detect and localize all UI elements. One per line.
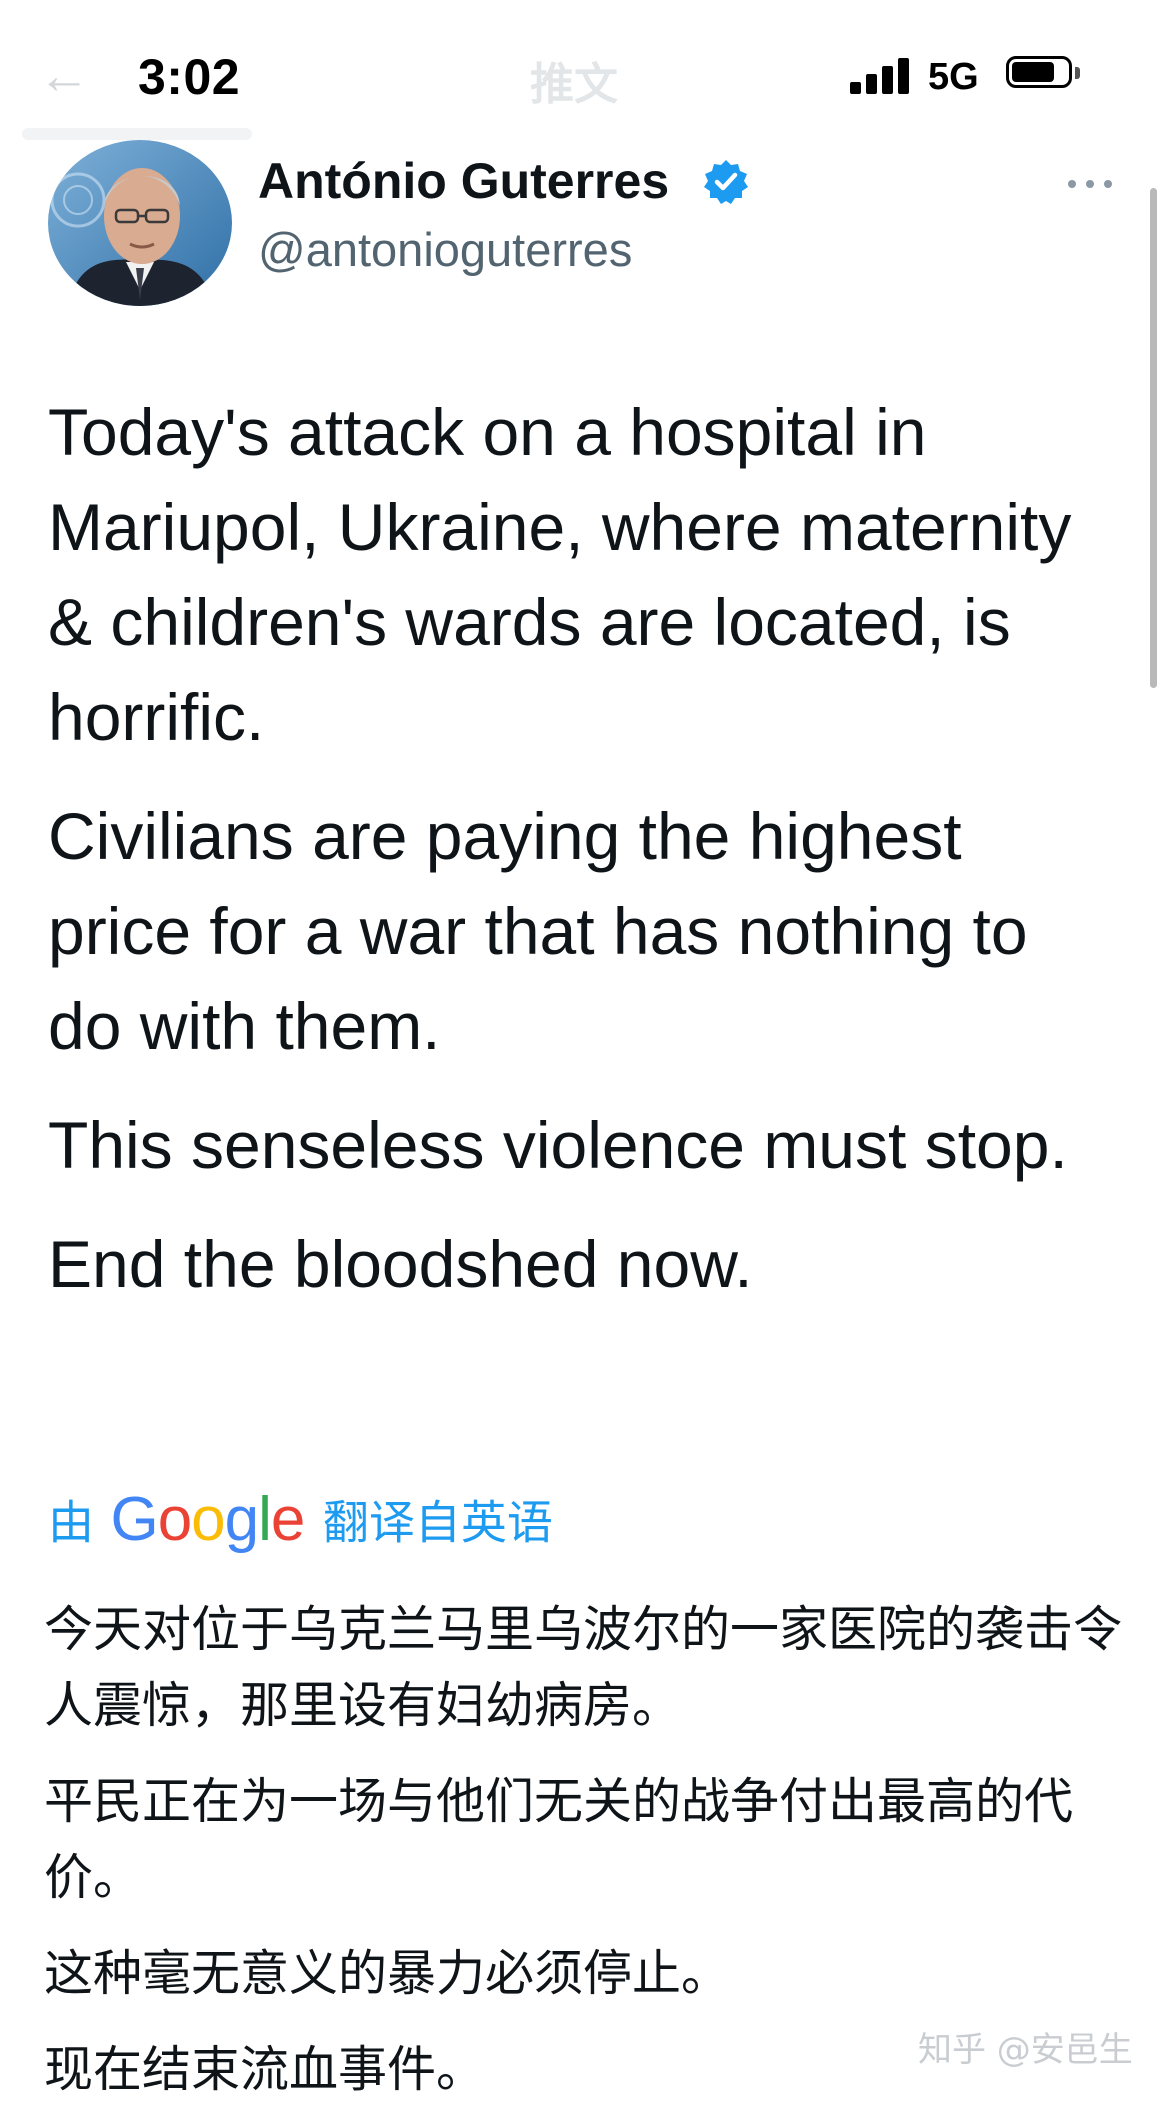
tweet-paragraph: End the bloodshed now. — [48, 1227, 753, 1301]
page-title: 推文 — [530, 59, 618, 110]
signal-icon — [850, 58, 914, 94]
status-bar: ← 推文 3:02 5G — [0, 0, 1170, 150]
status-time: 3:02 — [138, 49, 241, 105]
translate-prefix: 由 — [48, 1495, 94, 1550]
scrollbar[interactable] — [1150, 188, 1157, 688]
verified-badge-icon — [702, 158, 750, 206]
network-label: 5G — [928, 56, 979, 98]
author-name[interactable]: António Guterres — [258, 152, 669, 210]
watermark: 知乎 @安邑生 — [918, 2030, 1133, 2070]
translated-paragraph: 这种毫无意义的暴力必须停止。 — [44, 1945, 731, 2002]
avatar[interactable] — [48, 140, 232, 306]
translate-suffix: 翻译自英语 — [322, 1495, 553, 1550]
tweet-paragraph: Today's attack on a hospital in Mariupol… — [48, 395, 1072, 754]
translated-paragraph: 平民正在为一场与他们无关的战争付出最高的代价。 — [44, 1773, 1074, 1906]
tweet-paragraph: Civilians are paying the highest price f… — [48, 799, 1028, 1063]
battery-icon — [1006, 56, 1086, 94]
tweet-text: Today's attack on a hospital in Mariupol… — [48, 385, 1118, 1336]
header-underline — [22, 128, 252, 140]
back-arrow-icon[interactable]: ← — [38, 46, 90, 106]
tweet-paragraph: This senseless violence must stop. — [48, 1108, 1068, 1182]
google-logo: Google — [110, 1485, 305, 1554]
translated-paragraph: 今天对位于乌克兰马里乌波尔的一家医院的袭击令人震惊，那里设有妇幼病房。 — [44, 1601, 1123, 1734]
translated-by-google-link[interactable]: 由 Google 翻译自英语 — [48, 1484, 553, 1554]
more-icon[interactable] — [1068, 166, 1114, 200]
author-handle[interactable]: @antonioguterres — [258, 222, 632, 277]
